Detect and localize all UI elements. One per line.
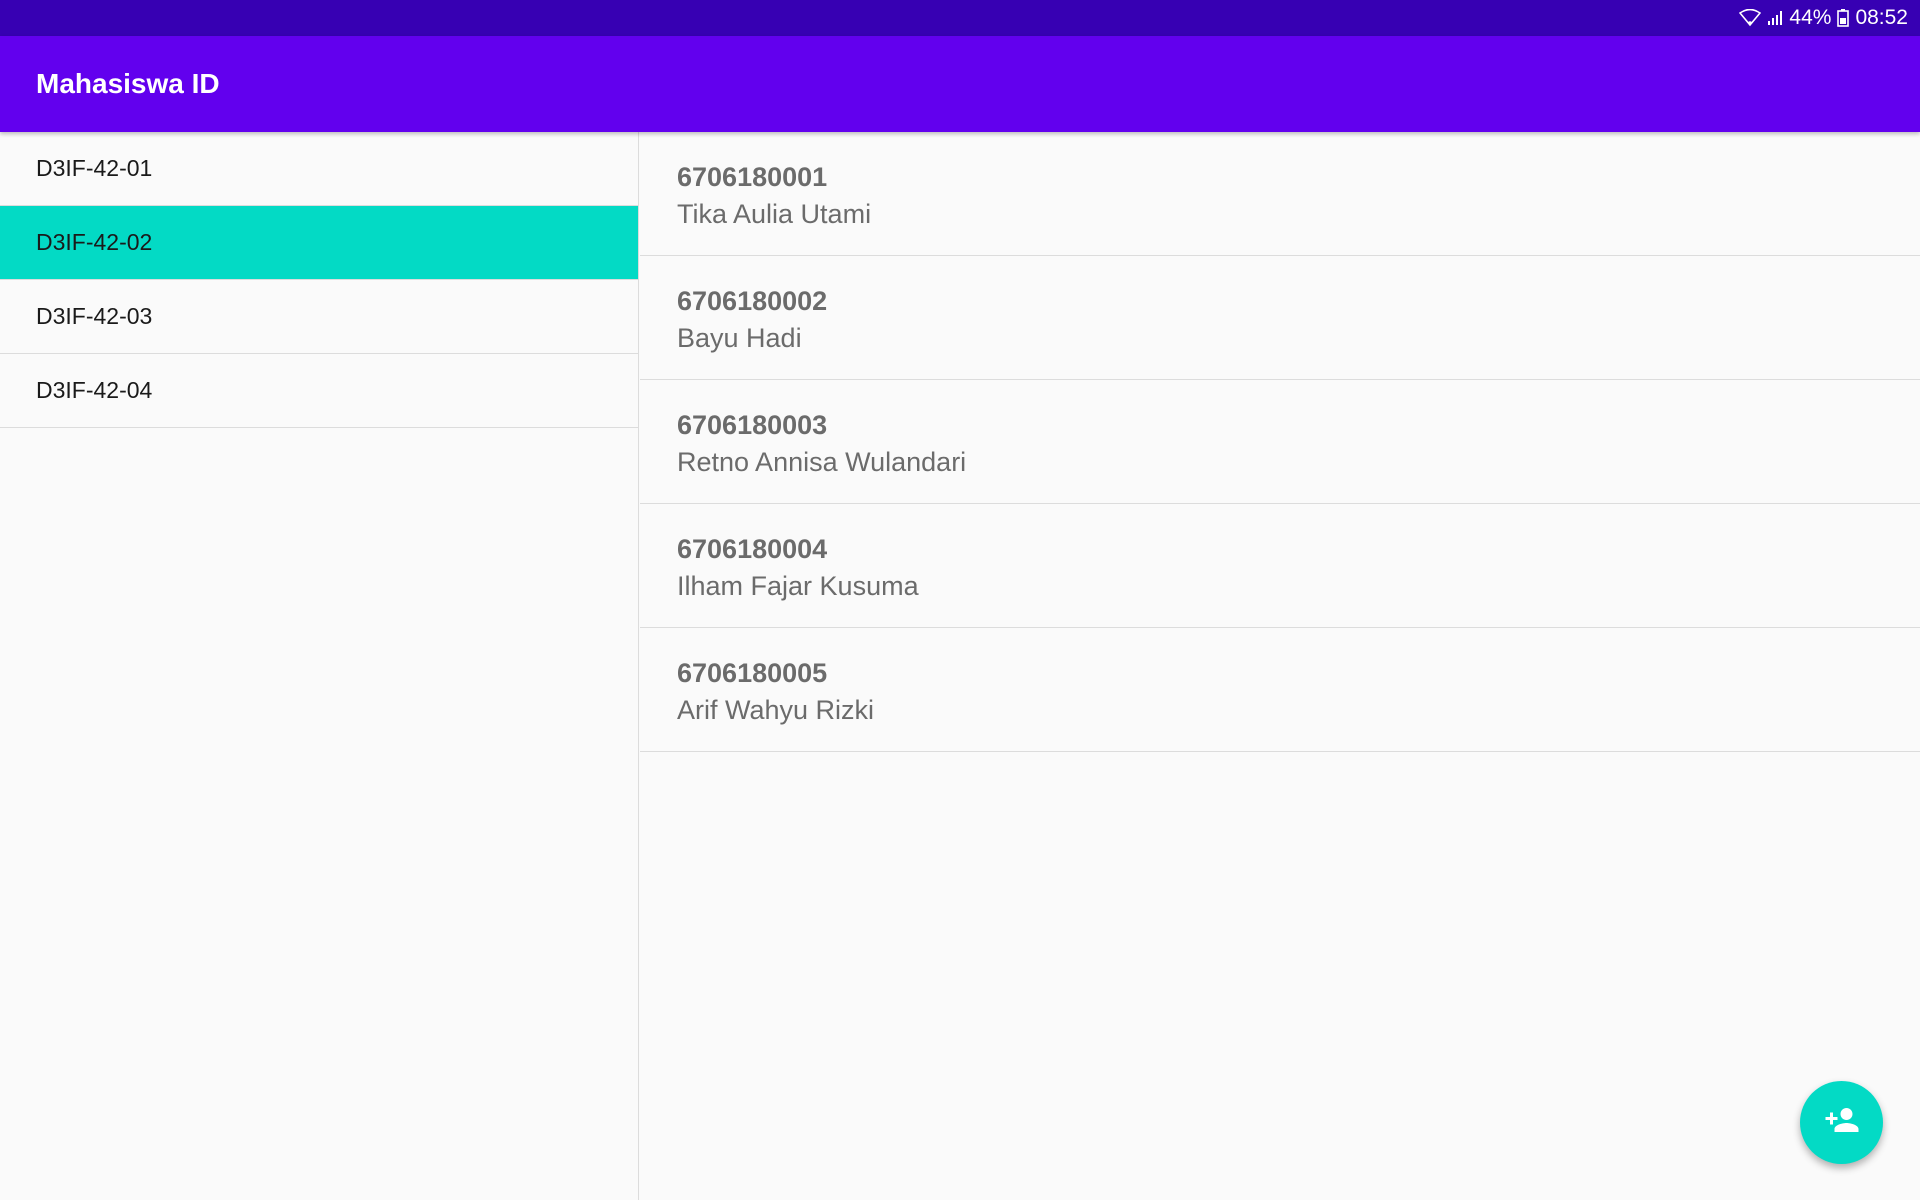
clock: 08:52 [1855, 6, 1908, 29]
student-name: Ilham Fajar Kusuma [677, 571, 919, 601]
add-student-button[interactable] [1800, 1081, 1883, 1164]
class-list: D3IF-42-01 D3IF-42-02 D3IF-42-03 D3IF-42… [0, 132, 639, 1200]
student-nim: 6706180005 [677, 658, 828, 688]
student-nim: 6706180001 [677, 162, 828, 192]
battery-percent: 44% [1789, 6, 1832, 29]
student-nim: 6706180004 [677, 534, 828, 564]
student-nim: 6706180002 [677, 286, 828, 316]
class-item[interactable]: D3IF-42-01 [0, 132, 638, 206]
wifi-icon [1739, 9, 1762, 27]
student-nim: 6706180003 [677, 410, 828, 440]
student-row[interactable]: 6706180004 Ilham Fajar Kusuma [640, 504, 1920, 628]
student-row[interactable]: 6706180005 Arif Wahyu Rizki [640, 628, 1920, 752]
class-item-label: D3IF-42-03 [36, 303, 153, 329]
battery-icon [1837, 9, 1850, 27]
student-row[interactable]: 6706180002 Bayu Hadi [640, 256, 1920, 380]
class-item-label: D3IF-42-01 [36, 155, 153, 181]
class-item-label: D3IF-42-04 [36, 377, 153, 403]
student-row[interactable]: 6706180001 Tika Aulia Utami [640, 132, 1920, 256]
add-person-icon [1824, 1102, 1860, 1143]
student-list: 6706180001 Tika Aulia Utami 6706180002 B… [640, 132, 1920, 1200]
class-item-label: D3IF-42-02 [36, 229, 153, 255]
status-bar: 44% 08:52 [0, 0, 1920, 36]
signal-icon [1767, 10, 1783, 26]
student-name: Arif Wahyu Rizki [677, 695, 875, 725]
student-name: Bayu Hadi [677, 323, 802, 353]
class-item-selected[interactable]: D3IF-42-02 [0, 206, 638, 280]
student-row[interactable]: 6706180003 Retno Annisa Wulandari [640, 380, 1920, 504]
student-name: Tika Aulia Utami [677, 199, 872, 229]
student-name: Retno Annisa Wulandari [677, 447, 967, 477]
app-title: Mahasiswa ID [36, 68, 220, 99]
class-item[interactable]: D3IF-42-03 [0, 280, 638, 354]
app-bar: Mahasiswa ID [0, 36, 1920, 132]
class-item[interactable]: D3IF-42-04 [0, 354, 638, 428]
